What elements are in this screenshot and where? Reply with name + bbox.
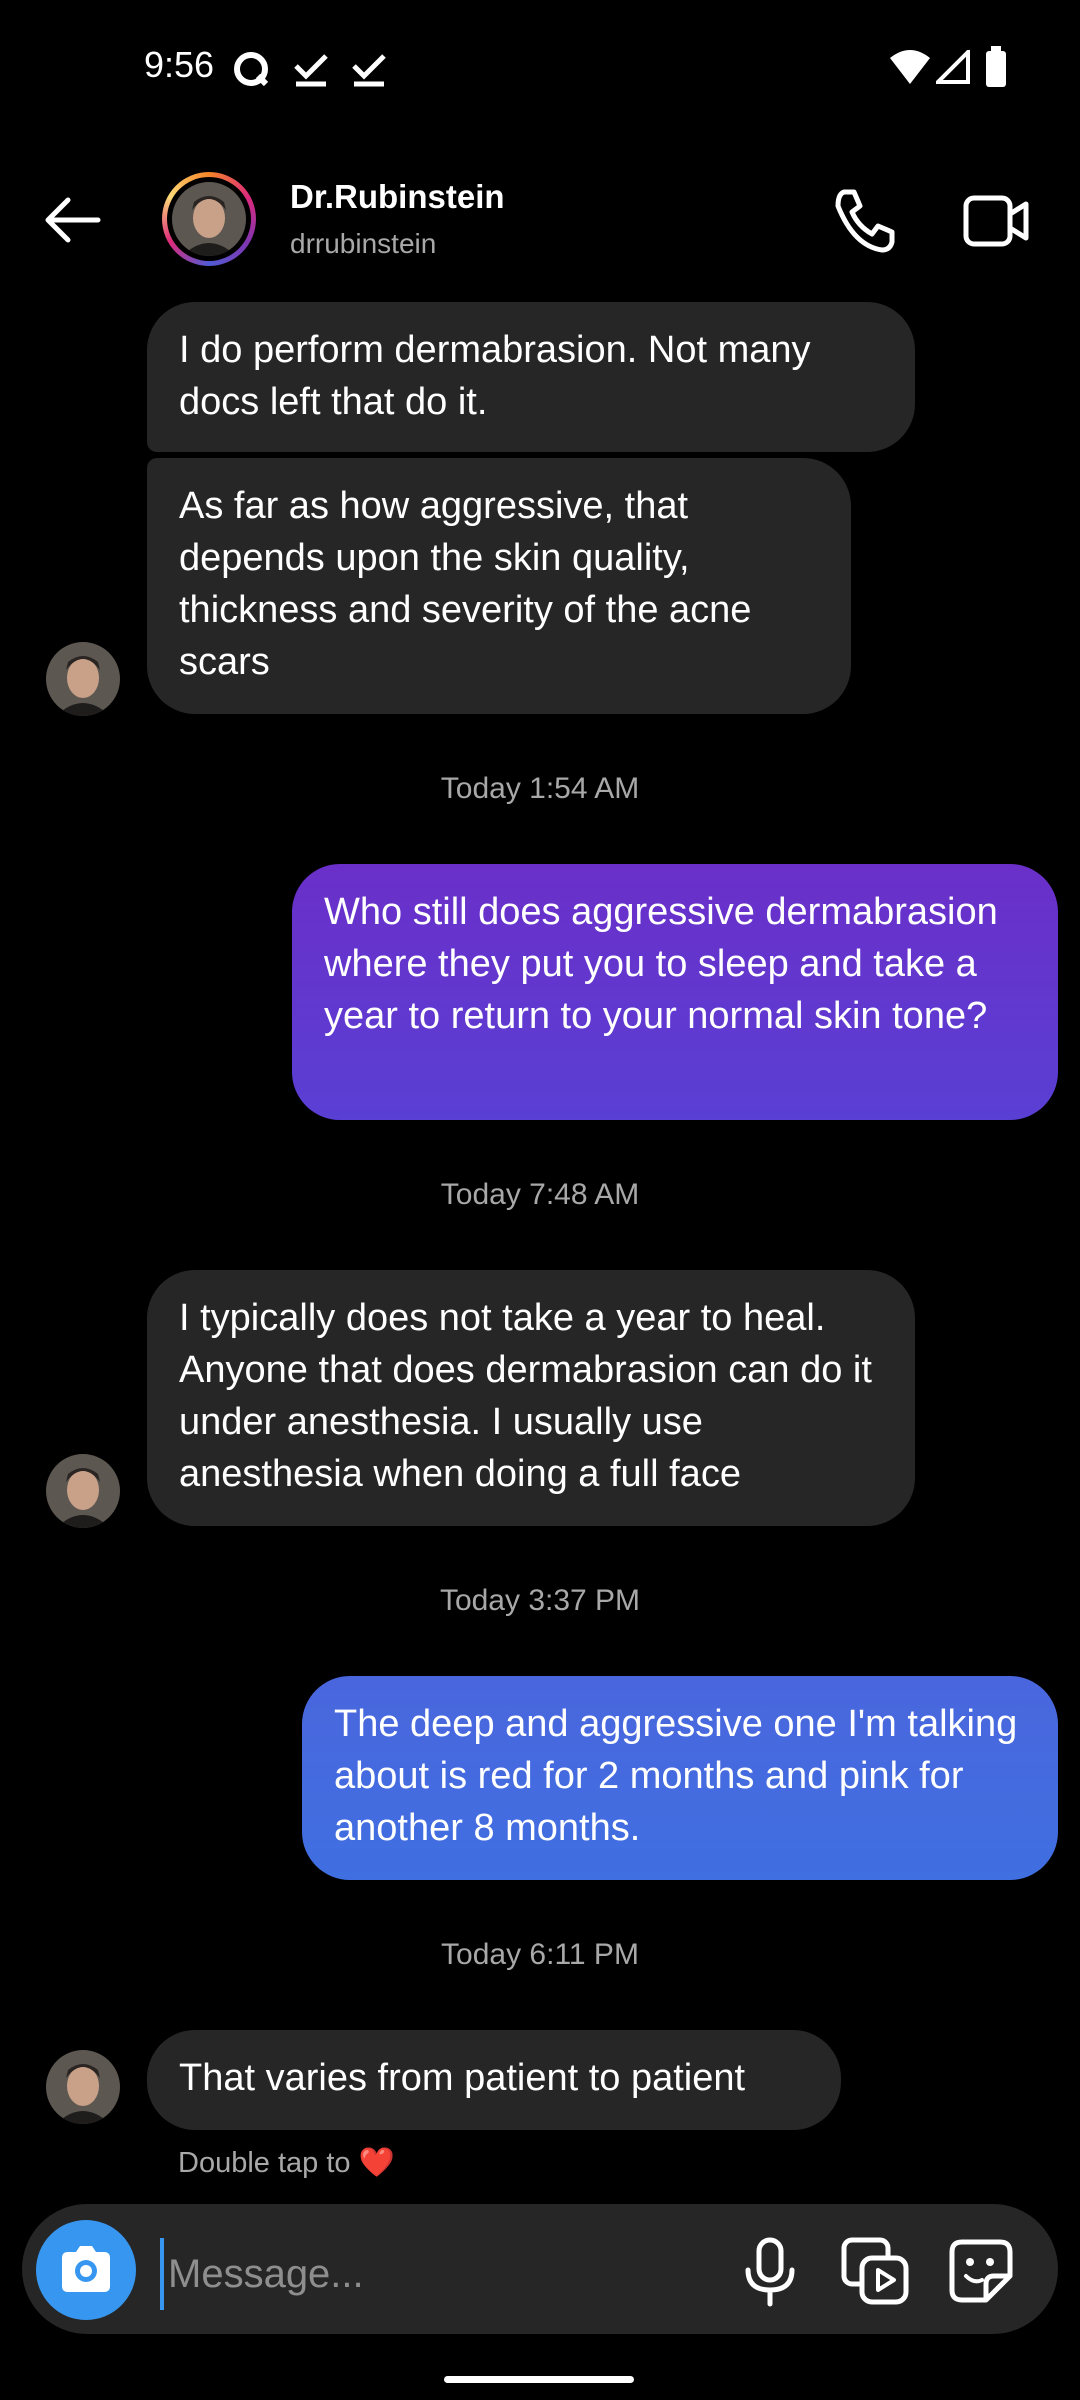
message-timestamp: Today 3:37 PM [439, 1584, 641, 1617]
video-call-icon[interactable] [962, 186, 1032, 256]
sticker-icon[interactable] [946, 2236, 1016, 2306]
profile-avatar[interactable] [162, 172, 256, 266]
outgoing-message[interactable]: The deep and aggressive one I'm talking … [302, 1676, 1058, 1880]
battery-icon [986, 46, 1006, 87]
sender-avatar[interactable] [46, 642, 120, 716]
check-notification-icon [294, 54, 328, 87]
sender-avatar[interactable] [46, 2050, 120, 2124]
status-time: 9:56 [144, 44, 215, 85]
double-tap-hint-text: Double tap to [178, 2147, 351, 2179]
contact-username[interactable]: drrubinstein [290, 228, 436, 260]
back-arrow-icon[interactable] [40, 190, 104, 254]
message-timestamp: Today 1:54 AM [440, 772, 640, 805]
incoming-message[interactable]: That varies from patient to patient [147, 2030, 841, 2130]
message-input[interactable] [160, 2238, 730, 2310]
heart-icon: ❤️ [358, 2147, 395, 2179]
double-tap-hint: Double tap to ❤️ [178, 2146, 395, 2180]
incoming-message[interactable]: I typically does not take a year to heal… [147, 1270, 915, 1526]
wifi-icon [890, 50, 930, 84]
phone-call-icon[interactable] [830, 186, 900, 256]
contact-name[interactable]: Dr.Rubinstein [290, 178, 505, 216]
avatar-image [172, 182, 246, 256]
message-timestamp: Today 6:11 PM [441, 1938, 639, 1971]
gallery-icon[interactable] [840, 2236, 910, 2306]
signal-icon [936, 50, 970, 84]
incoming-message[interactable]: As far as how aggressive, that depends u… [147, 458, 851, 714]
check-notification-icon-2 [352, 54, 386, 87]
sender-avatar[interactable] [46, 1454, 120, 1528]
outgoing-message[interactable]: Who still does aggressive dermabrasion w… [292, 864, 1058, 1120]
message-timestamp: Today 7:48 AM [440, 1178, 640, 1211]
camera-icon [62, 2246, 110, 2292]
chat-notification-icon [234, 52, 269, 87]
camera-button[interactable] [36, 2220, 136, 2320]
microphone-icon[interactable] [742, 2236, 798, 2308]
incoming-message[interactable]: I do perform dermabrasion. Not many docs… [147, 302, 915, 452]
home-indicator[interactable] [444, 2376, 634, 2383]
